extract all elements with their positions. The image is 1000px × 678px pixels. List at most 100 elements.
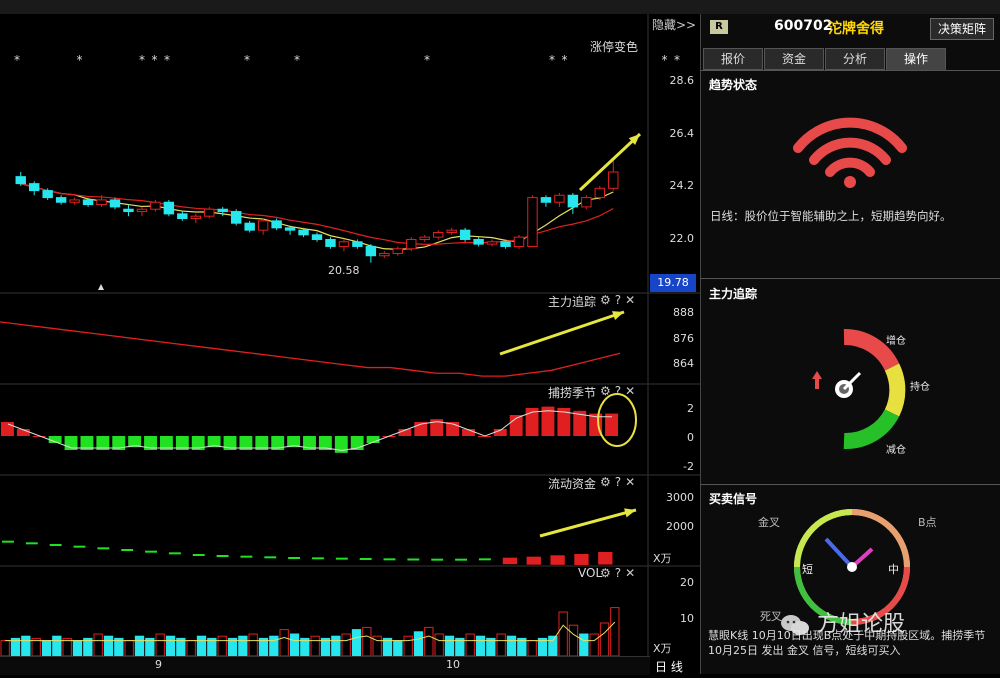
close-icon[interactable]: ✕: [625, 475, 635, 489]
help-icon[interactable]: ?: [615, 475, 621, 489]
price-tick: 22.0: [669, 232, 695, 245]
volume-bar: [52, 635, 62, 657]
flow-unit: X万: [653, 552, 672, 565]
main-tracking-tools: ⚙? ✕: [596, 293, 635, 307]
volume-bar: [548, 635, 558, 657]
volume-bar: [93, 633, 103, 657]
limit-up-marker: *: [424, 53, 430, 67]
volume-bar: [279, 629, 289, 657]
tracking-title: 主力追踪: [709, 287, 758, 301]
tracking-line: [0, 321, 621, 377]
volume-bar: [196, 635, 207, 657]
candle-body: [109, 199, 121, 208]
season-title: 捕捞季节: [548, 386, 597, 400]
flow-mark: [335, 557, 348, 560]
flow-mark: [478, 558, 491, 561]
candle-body: [567, 194, 579, 208]
watermark-label: 方姐论股: [817, 612, 906, 637]
candle-body: [69, 199, 80, 203]
candle-body: [554, 194, 565, 203]
gear-icon[interactable]: ⚙: [600, 475, 611, 489]
candle-body: [379, 252, 390, 257]
decision-matrix-button[interactable]: 决策矩阵: [930, 18, 994, 40]
volume-bar: [403, 635, 413, 657]
flow-tools: ⚙? ✕: [596, 475, 635, 489]
flow-mark: [216, 555, 229, 557]
candle-body: [406, 238, 417, 250]
flow-mark: [264, 556, 277, 559]
period-label[interactable]: 日 线: [655, 658, 683, 675]
help-icon[interactable]: ?: [615, 566, 621, 580]
close-icon[interactable]: ✕: [625, 566, 635, 580]
volume-bar: [238, 635, 248, 657]
volume-bar: [165, 635, 176, 657]
low-price-annotation: 20.58: [328, 264, 360, 277]
limit-up-marker: *: [549, 53, 555, 67]
trend-arrow: [499, 310, 625, 356]
candle-body: [136, 208, 148, 213]
volume-bar: [351, 629, 362, 657]
flow-mark: [2, 540, 14, 543]
flow-mark: [49, 544, 62, 546]
tab-quote[interactable]: 报价: [703, 48, 763, 70]
tab-operation[interactable]: 操作: [886, 48, 946, 70]
candle-body: [311, 234, 323, 240]
marker-triangle: [98, 284, 104, 290]
x-axis-label: 9: [155, 658, 162, 671]
flow-mark: [168, 552, 181, 555]
trend-title: 趋势状态: [709, 78, 758, 92]
volume-bar: [155, 633, 165, 657]
candle-body: [257, 220, 269, 231]
candle-body: [540, 197, 552, 203]
flow-mark: [192, 554, 205, 556]
volume-bar: [217, 635, 227, 657]
flow-mark: [121, 549, 134, 551]
tab-funds[interactable]: 资金: [764, 48, 824, 70]
candle-body: [594, 187, 606, 199]
candle-body: [486, 241, 498, 245]
candle-body: [608, 171, 619, 189]
limit-up-marker: *: [164, 53, 170, 67]
gear-icon[interactable]: ⚙: [600, 384, 611, 398]
limit-up-marker: *: [662, 53, 668, 67]
close-icon[interactable]: ✕: [625, 384, 635, 398]
divider: [700, 70, 1000, 71]
volume-bar: [0, 640, 10, 657]
candle-body: [42, 190, 53, 199]
hide-panel-button[interactable]: 隐藏>>: [652, 16, 696, 33]
arrow-head: [612, 311, 624, 320]
flow-mark: [455, 558, 467, 561]
candle-body: [446, 229, 457, 233]
x-axis: [0, 656, 650, 675]
candle-body: [459, 229, 471, 240]
signal-label-b-point: B点: [918, 516, 937, 529]
candle-body: [55, 197, 67, 203]
gauge-label-hold: 持仓: [910, 382, 930, 393]
season-bar: [1, 422, 14, 436]
help-icon[interactable]: ?: [615, 384, 621, 398]
tab-analysis[interactable]: 分析: [825, 48, 885, 70]
candle-body: [82, 199, 94, 206]
flow-mark: [312, 557, 324, 560]
flow-mark: [550, 555, 565, 565]
gear-icon[interactable]: ⚙: [600, 293, 611, 307]
tracking-tick: 888: [673, 306, 694, 319]
candle-body: [123, 208, 134, 213]
volume-bar: [527, 640, 537, 657]
season-tick: 2: [687, 402, 694, 415]
wechat-icon: [780, 614, 810, 636]
volume-bar: [134, 635, 145, 657]
help-icon[interactable]: ?: [615, 293, 621, 307]
candle-body: [338, 241, 350, 247]
x-axis-label: 10: [446, 658, 460, 671]
volume-bar: [599, 622, 610, 657]
candle-body: [365, 245, 377, 257]
candle-body: [150, 201, 161, 210]
volume-bar: [289, 633, 300, 657]
signal-label-death-cross: 死叉: [760, 610, 782, 623]
flow-title: 流动资金: [548, 477, 597, 491]
gear-icon[interactable]: ⚙: [600, 566, 611, 580]
close-icon[interactable]: ✕: [625, 293, 635, 307]
candle-body: [352, 241, 363, 247]
candle-body: [500, 241, 511, 247]
